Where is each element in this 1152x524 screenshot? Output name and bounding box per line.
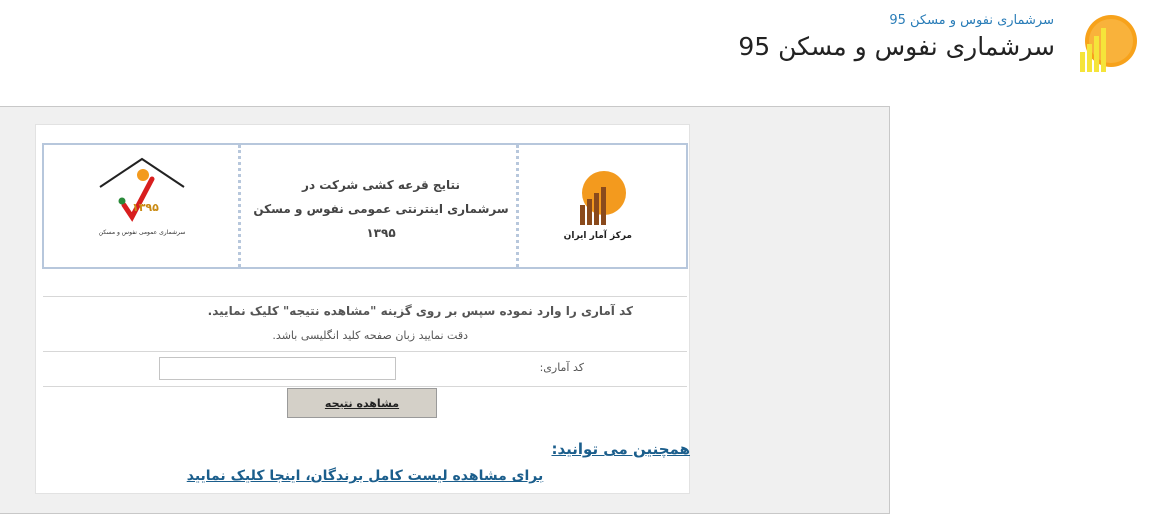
banner-heading: نتایج قرعه کشی شرکت در سرشماری اینترنتی … [244,173,518,245]
divider [43,351,687,352]
bar-chart-sun-logo-icon[interactable] [1076,12,1138,74]
code-input[interactable] [159,357,396,380]
banner-divider [238,145,241,267]
census-logo-caption: سرشماری عمومی نفوس و مسکن [98,229,186,236]
also-you-can-heading: همچنین می توانید: [551,440,690,458]
view-result-button[interactable]: مشاهده نتیجه [287,388,437,418]
statistical-center-caption: مرکز آمار ایران [563,231,632,241]
code-label: کد آماری: [539,361,584,374]
lottery-banner: نتایج قرعه کشی شرکت در سرشماری اینترنتی … [42,143,688,269]
statistical-center-logo-icon: مرکز آمار ایران [563,169,632,247]
page-title: سرشماری نفوس و مسکن 95 [738,32,1055,61]
divider [43,386,687,387]
census-logo-number: ۱۳۹۵ [132,201,159,214]
divider [43,296,687,297]
census-house-logo-icon: ۱۳۹۵ سرشماری عمومی نفوس و مسکن [96,157,188,245]
banner-line-3: ۱۳۹۵ [366,226,396,240]
winners-list-link[interactable]: برای مشاهده لیست کامل برندگان، اینجا کلی… [140,468,590,484]
header-subtitle-link[interactable]: سرشماری نفوس و مسکن 95 [889,13,1054,28]
banner-line-1: نتایج قرعه کشی شرکت در [302,178,460,192]
site-header: سرشماری نفوس و مسکن 95 سرشماری نفوس و مس… [0,0,1152,100]
instruction-text: کد آماری را وارد نموده سپس بر روی گزینه … [207,304,633,318]
banner-line-2: سرشماری اینترنتی عمومی نفوس و مسکن [253,202,509,216]
keyboard-note: دقت نمایید زبان صفحه کلید انگلیسی باشد. [272,329,468,342]
